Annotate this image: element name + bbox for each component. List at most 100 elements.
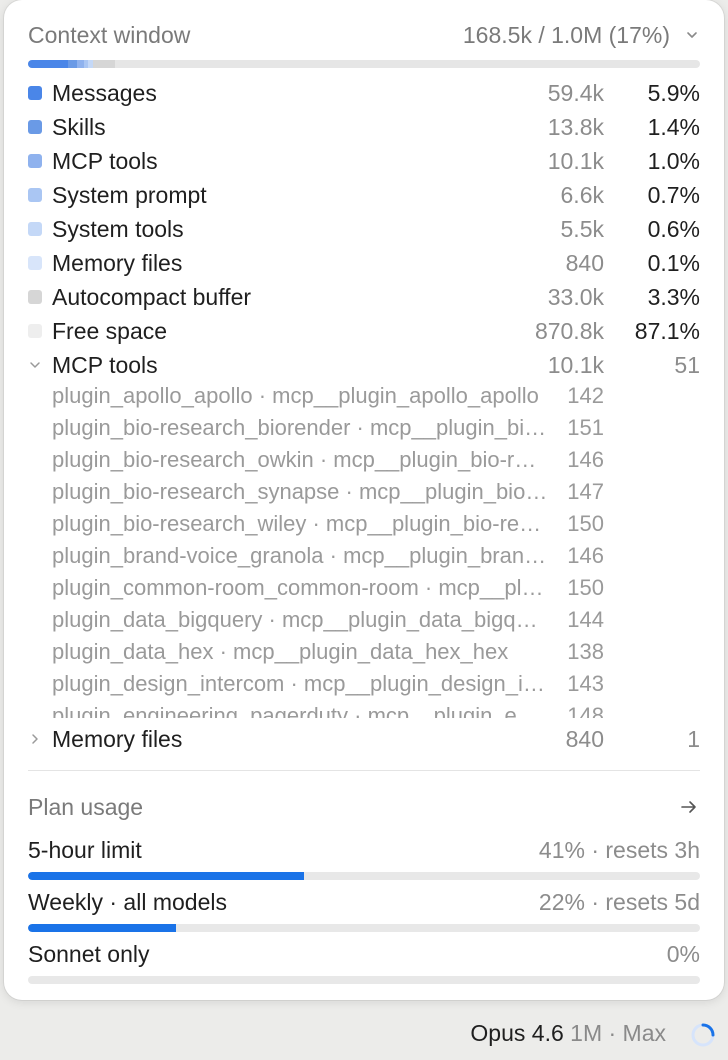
list-item: plugin_design_intercom · mcp__plugin_des…	[28, 668, 700, 700]
category-tokens: 59.4k	[547, 79, 604, 106]
category-row-messages: Messages 59.4k 5.9%	[28, 76, 700, 110]
list-item: plugin_bio-research_synapse · mcp__plugi…	[28, 476, 700, 508]
tool-name: plugin_design_intercom · mcp__plugin_des…	[52, 671, 548, 696]
category-swatch	[28, 222, 42, 236]
tool-tokens: 146	[567, 447, 604, 472]
tool-tokens: 146	[567, 543, 604, 568]
limit-sonnet-only: Sonnet only 0%	[28, 938, 700, 990]
context-bar-segment	[93, 60, 116, 68]
context-window-header[interactable]: Context window 168.5k / 1.0M (17%)	[28, 18, 700, 52]
category-row-system-prompt: System prompt 6.6k 0.7%	[28, 178, 700, 212]
limit-progress-bar	[28, 976, 700, 984]
chevron-down-icon[interactable]	[684, 27, 700, 43]
context-usage-text: 168.5k / 1.0M (17%)	[462, 21, 670, 48]
category-percent: 0.7%	[647, 181, 700, 208]
memory-files-section-toggle[interactable]: Memory files 840 1	[28, 722, 700, 756]
category-row-autocompact-buffer: Autocompact buffer 33.0k 3.3%	[28, 280, 700, 314]
tool-tokens: 142	[567, 383, 604, 408]
category-tokens: 33.0k	[547, 283, 604, 310]
limit-label: 5-hour limit	[28, 837, 142, 863]
section-count: 51	[674, 351, 700, 378]
tool-name: plugin_brand-voice_granola · mcp__plugin…	[52, 543, 548, 568]
category-swatch	[28, 256, 42, 270]
category-swatch	[28, 188, 42, 202]
tool-tokens: 147	[567, 479, 604, 504]
context-usage-bar	[28, 60, 700, 68]
list-item: plugin_data_hex · mcp__plugin_data_hex_h…	[28, 636, 700, 668]
category-percent: 87.1%	[634, 317, 700, 344]
model-name: Opus 4.6	[470, 1020, 564, 1046]
limit-progress-fill	[28, 924, 176, 932]
divider	[28, 770, 700, 771]
context-bar-segment	[67, 60, 78, 68]
chevron-down-icon[interactable]	[28, 358, 42, 372]
limit-weekly-all-models: Weekly · all models 22% · resets 5d	[28, 886, 700, 938]
tool-tokens: 150	[567, 511, 604, 536]
limit-info: 41% · resets 3h	[538, 837, 700, 863]
mcp-tools-section-toggle[interactable]: MCP tools 10.1k 51	[28, 348, 700, 382]
category-percent: 3.3%	[647, 283, 700, 310]
list-item: plugin_bio-research_owkin · mcp__plugin_…	[28, 444, 700, 476]
list-item: plugin_bio-research_wiley · mcp__plugin_…	[28, 508, 700, 540]
tool-name: plugin_engineering_pagerduty · mcp__plug…	[52, 703, 548, 718]
tool-name: plugin_bio-research_synapse · mcp__plugi…	[52, 479, 548, 504]
model-detail: 1M · Max	[563, 1020, 666, 1046]
context-bar-segment	[77, 60, 84, 68]
section-count: 1	[687, 725, 700, 752]
context-window-title: Context window	[28, 21, 191, 48]
plan-usage-header[interactable]: Plan usage	[28, 790, 700, 824]
model-selector[interactable]: Opus 4.6 1M · Max	[470, 1020, 666, 1047]
limit-progress-fill	[28, 872, 304, 880]
context-category-list: Messages 59.4k 5.9% Skills 13.8k 1.4% MC…	[28, 76, 700, 382]
tool-tokens: 148	[567, 703, 604, 718]
arrow-right-icon[interactable]	[678, 796, 700, 818]
category-swatch	[28, 324, 42, 338]
category-tokens: 870.8k	[534, 317, 604, 344]
status-footer: Opus 4.6 1M · Max	[0, 1012, 728, 1060]
category-row-skills: Skills 13.8k 1.4%	[28, 110, 700, 144]
context-bar-segment	[28, 60, 68, 68]
list-item: plugin_data_bigquery · mcp__plugin_data_…	[28, 604, 700, 636]
category-row-free-space: Free space 870.8k 87.1%	[28, 314, 700, 348]
background-edge-fragment	[0, 648, 2, 670]
tool-tokens: 143	[567, 671, 604, 696]
category-row-memory-files: Memory files 840 0.1%	[28, 246, 700, 280]
tool-name: plugin_bio-research_owkin · mcp__plugin_…	[52, 447, 548, 472]
limit-label: Weekly · all models	[28, 889, 227, 915]
list-item: plugin_bio-research_biorender · mcp__plu…	[28, 412, 700, 444]
context-window-summary[interactable]: 168.5k / 1.0M (17%)	[463, 22, 700, 49]
list-item: plugin_engineering_pagerduty · mcp__plug…	[28, 700, 700, 718]
limit-info: 22% · resets 5d	[538, 889, 700, 915]
category-swatch	[28, 120, 42, 134]
tool-tokens: 144	[567, 607, 604, 632]
category-tokens: 6.6k	[560, 181, 604, 208]
loading-spinner-icon	[691, 1023, 715, 1047]
section-tokens: 840	[565, 725, 604, 752]
category-percent: 1.0%	[647, 147, 700, 174]
category-swatch	[28, 154, 42, 168]
category-swatch	[28, 86, 42, 100]
mcp-tool-list[interactable]: plugin_apollo_apollo · mcp__plugin_apoll…	[28, 380, 700, 718]
category-percent: 0.6%	[647, 215, 700, 242]
limit-label: Sonnet only	[28, 941, 150, 967]
tool-tokens: 151	[567, 415, 604, 440]
category-percent: 1.4%	[647, 113, 700, 140]
category-tokens: 10.1k	[547, 147, 604, 174]
limit-5-hour: 5-hour limit 41% · resets 3h	[28, 834, 700, 886]
section-tokens: 10.1k	[547, 351, 604, 378]
list-item: plugin_apollo_apollo · mcp__plugin_apoll…	[28, 380, 700, 412]
tool-name: plugin_common-room_common-room · mcp__pl…	[52, 575, 548, 600]
category-swatch	[28, 290, 42, 304]
tool-tokens: 150	[567, 575, 604, 600]
chevron-right-icon[interactable]	[28, 732, 42, 746]
list-item: plugin_brand-voice_granola · mcp__plugin…	[28, 540, 700, 572]
category-percent: 5.9%	[647, 79, 700, 106]
list-item: plugin_common-room_common-room · mcp__pl…	[28, 572, 700, 604]
category-tokens: 13.8k	[547, 113, 604, 140]
category-row-mcp-tools: MCP tools 10.1k 1.0%	[28, 144, 700, 178]
tool-tokens: 138	[567, 639, 604, 664]
limit-info: 0%	[666, 941, 700, 967]
category-percent: 0.1%	[647, 249, 700, 276]
usage-popover: Context window 168.5k / 1.0M (17%) Messa…	[4, 0, 724, 1000]
plan-usage-title: Plan usage	[28, 793, 144, 820]
